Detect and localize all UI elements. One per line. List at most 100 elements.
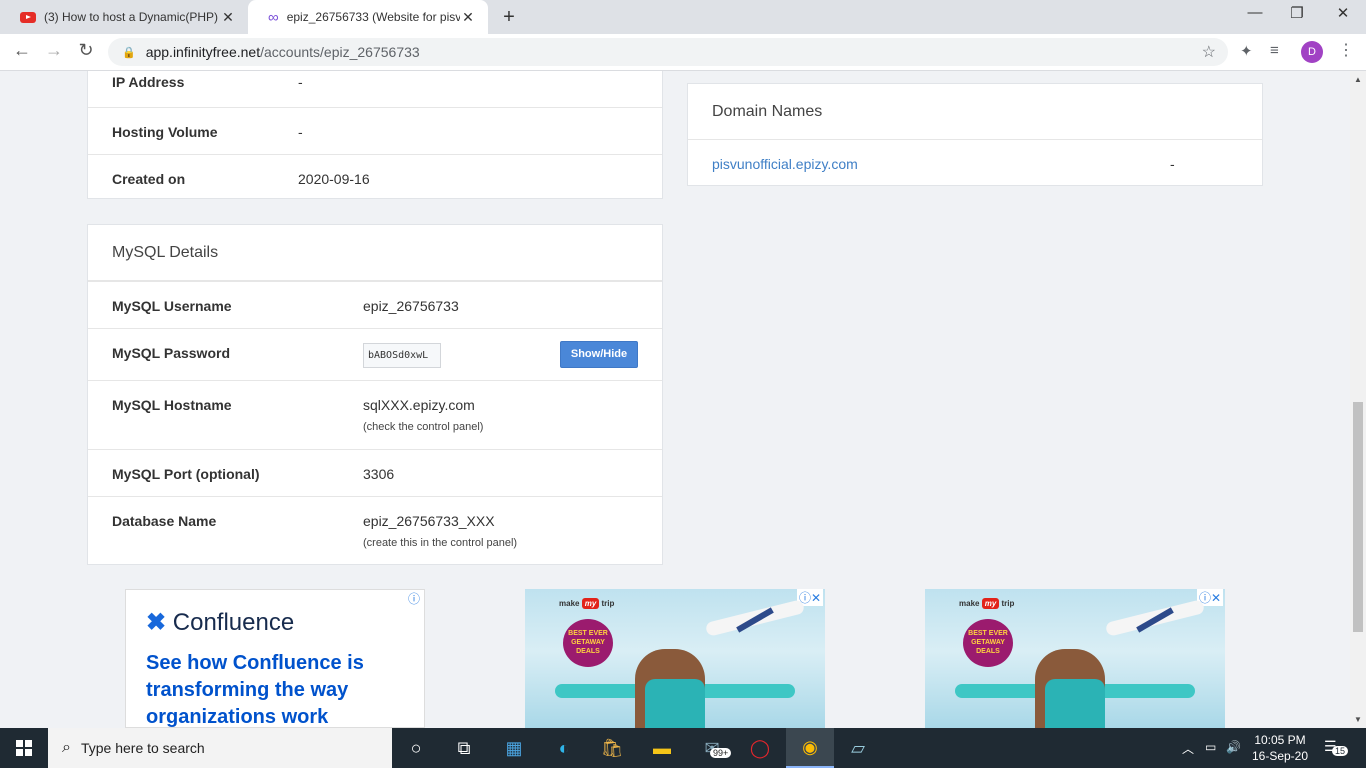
mail-badge: 99+ [710, 748, 732, 758]
youtube-icon [20, 11, 36, 23]
media-control-icon[interactable]: ≡ [1270, 42, 1279, 59]
task-view-icon[interactable]: ⧉ [440, 728, 488, 768]
detail-value: epiz_26756733 [363, 298, 459, 314]
close-window-button[interactable]: ✕ [1320, 4, 1366, 22]
forward-icon[interactable]: → [42, 40, 66, 61]
taskbar-search[interactable]: ⌕ Type here to search [48, 728, 392, 768]
tab-youtube[interactable]: (3) How to host a Dynamic(PHP) ✕ [0, 0, 248, 34]
windows-logo-icon [16, 740, 32, 756]
close-tab-icon[interactable]: ✕ [220, 9, 236, 26]
profile-avatar[interactable]: D [1301, 41, 1323, 63]
mysql-password-row: MySQL Password bABOSd0xwL Show/Hide [88, 328, 662, 380]
show-hide-button[interactable]: Show/Hide [560, 341, 638, 368]
domain-row: pisvunofficial.epizy.com - [688, 140, 1262, 186]
clock-time: 10:05 PM [1254, 733, 1306, 747]
bookmark-star-icon[interactable]: ☆ [1202, 42, 1216, 62]
menu-icon[interactable]: ⋮ [1338, 40, 1354, 60]
cortana-icon[interactable]: ○ [392, 728, 440, 768]
mail-icon[interactable]: ✉99+ [688, 728, 736, 768]
detail-row: Created on 2020-09-16 [88, 154, 662, 200]
confluence-ad[interactable]: ⓘ ✖ Confluence See how Confluence is tra… [125, 589, 425, 728]
mysql-hostname-row: MySQL Hostname sqlXXX.epizy.com (check t… [88, 380, 662, 449]
browser-toolbar: ← → ↻ 🔒 app.infinityfree.net/accounts/ep… [0, 34, 1366, 71]
tab-infinityfree[interactable]: ∞ epiz_26756733 (Website for pisvu ✕ [248, 0, 488, 34]
makemytrip-ad[interactable]: ⓘ✕ make my trip BEST EVER GETAWAY DEALS [525, 589, 825, 728]
detail-value: epiz_26756733_XXX [363, 513, 495, 529]
edge-icon[interactable]: ◐ [540, 728, 588, 768]
detail-label: MySQL Hostname [112, 397, 232, 413]
opera-icon[interactable]: ◯ [736, 728, 784, 768]
domain-names-card: Domain Names pisvunofficial.epizy.com - [687, 83, 1263, 186]
deals-badge: BEST EVER GETAWAY DEALS [963, 619, 1013, 667]
detail-label: Database Name [112, 513, 217, 529]
detail-label: Hosting Volume [112, 124, 218, 140]
tab-strip: (3) How to host a Dynamic(PHP) ✕ ∞ epiz_… [0, 0, 1366, 34]
detail-value: 3306 [363, 466, 395, 482]
reload-icon[interactable]: ↻ [74, 40, 98, 61]
tab-title: epiz_26756733 (Website for pisvu [286, 10, 460, 24]
detail-value: sqlXXX.epizy.com [363, 397, 475, 413]
battery-icon[interactable]: ▭ [1205, 740, 1216, 754]
tray-chevron-icon[interactable]: ︿ [1182, 740, 1194, 757]
confluence-headline: See how Confluence is transforming the w… [146, 652, 364, 728]
detail-row: IP Address - [88, 71, 662, 107]
mysql-details-card: MySQL Details MySQL Username epiz_267567… [87, 224, 663, 565]
chrome-icon[interactable]: ◉ [786, 728, 834, 768]
infinityfree-icon: ∞ [268, 8, 279, 26]
search-placeholder: Type here to search [80, 740, 205, 756]
search-icon: ⌕ [62, 739, 71, 756]
page-scrollbar[interactable]: ▲ ▼ [1350, 71, 1366, 728]
detail-label: MySQL Password [112, 345, 231, 361]
start-button[interactable] [0, 728, 48, 768]
url-host: app.infinityfree.net [145, 44, 261, 60]
makemytrip-logo: make my trip [559, 598, 615, 609]
confluence-brand: Confluence [172, 609, 295, 636]
new-tab-button[interactable]: + [498, 6, 520, 29]
notepad-icon[interactable]: ▱ [834, 728, 882, 768]
store-icon[interactable]: 🛍 [588, 728, 636, 768]
detail-label: Created on [112, 171, 186, 187]
detail-value: - [298, 124, 303, 140]
volume-icon[interactable]: 🔊 [1226, 740, 1241, 754]
domain-link[interactable]: pisvunofficial.epizy.com [712, 156, 858, 172]
confluence-mark-icon: ✖ [146, 609, 167, 636]
scrollbar-thumb[interactable] [1353, 402, 1363, 632]
file-explorer-icon[interactable]: ▬ [638, 728, 686, 768]
password-field[interactable]: bABOSd0xwL [363, 343, 441, 368]
detail-label: IP Address [112, 74, 185, 90]
notification-count: 15 [1332, 746, 1349, 756]
detail-note: (create this in the control panel) [363, 537, 518, 549]
restore-button[interactable]: ❐ [1274, 4, 1320, 22]
taskbar-clock[interactable]: 10:05 PM 16-Sep-20 [1248, 732, 1312, 764]
backpack-image [645, 679, 705, 728]
back-icon[interactable]: ← [10, 40, 34, 61]
database-name-row: Database Name epiz_26756733_XXX (create … [88, 496, 662, 566]
scroll-down-icon[interactable]: ▼ [1354, 715, 1362, 724]
detail-label: MySQL Port (optional) [112, 466, 260, 482]
domain-status: - [1170, 156, 1175, 172]
calculator-icon[interactable]: ▦ [490, 728, 538, 768]
address-bar[interactable]: 🔒 app.infinityfree.net/accounts/epiz_267… [108, 38, 1228, 66]
tab-title: (3) How to host a Dynamic(PHP) [44, 10, 219, 24]
extensions-icon[interactable]: ✦ [1240, 42, 1253, 60]
mysql-username-row: MySQL Username epiz_26756733 [88, 281, 662, 328]
scroll-up-icon[interactable]: ▲ [1354, 75, 1362, 84]
account-details-card: IP Address - Hosting Volume - Created on… [87, 71, 663, 199]
clock-date: 16-Sep-20 [1251, 749, 1309, 763]
makemytrip-ad[interactable]: ⓘ✕ make my trip BEST EVER GETAWAY DEALS [925, 589, 1225, 728]
confluence-logo: ✖ Confluence [146, 608, 294, 637]
lock-icon: 🔒 [122, 46, 136, 59]
page-content: IP Address - Hosting Volume - Created on… [0, 71, 1350, 728]
minimize-button[interactable]: — [1232, 4, 1278, 21]
detail-row: Hosting Volume - [88, 107, 662, 154]
detail-label: MySQL Username [112, 298, 232, 314]
notification-center-icon[interactable]: ☰ 15 [1324, 738, 1349, 756]
url-path: /accounts/epiz_26756733 [260, 44, 420, 60]
windows-taskbar: ⌕ Type here to search ○ ⧉ ▦ ◐ 🛍 ▬ ✉99+ ◯… [0, 728, 1366, 768]
detail-value: - [298, 74, 303, 90]
ad-info-icon[interactable]: ⓘ [408, 590, 420, 607]
detail-value: 2020-09-16 [298, 171, 370, 187]
backpack-image [1045, 679, 1105, 728]
card-title: Domain Names [688, 84, 1262, 140]
close-tab-icon[interactable]: ✕ [460, 9, 476, 26]
